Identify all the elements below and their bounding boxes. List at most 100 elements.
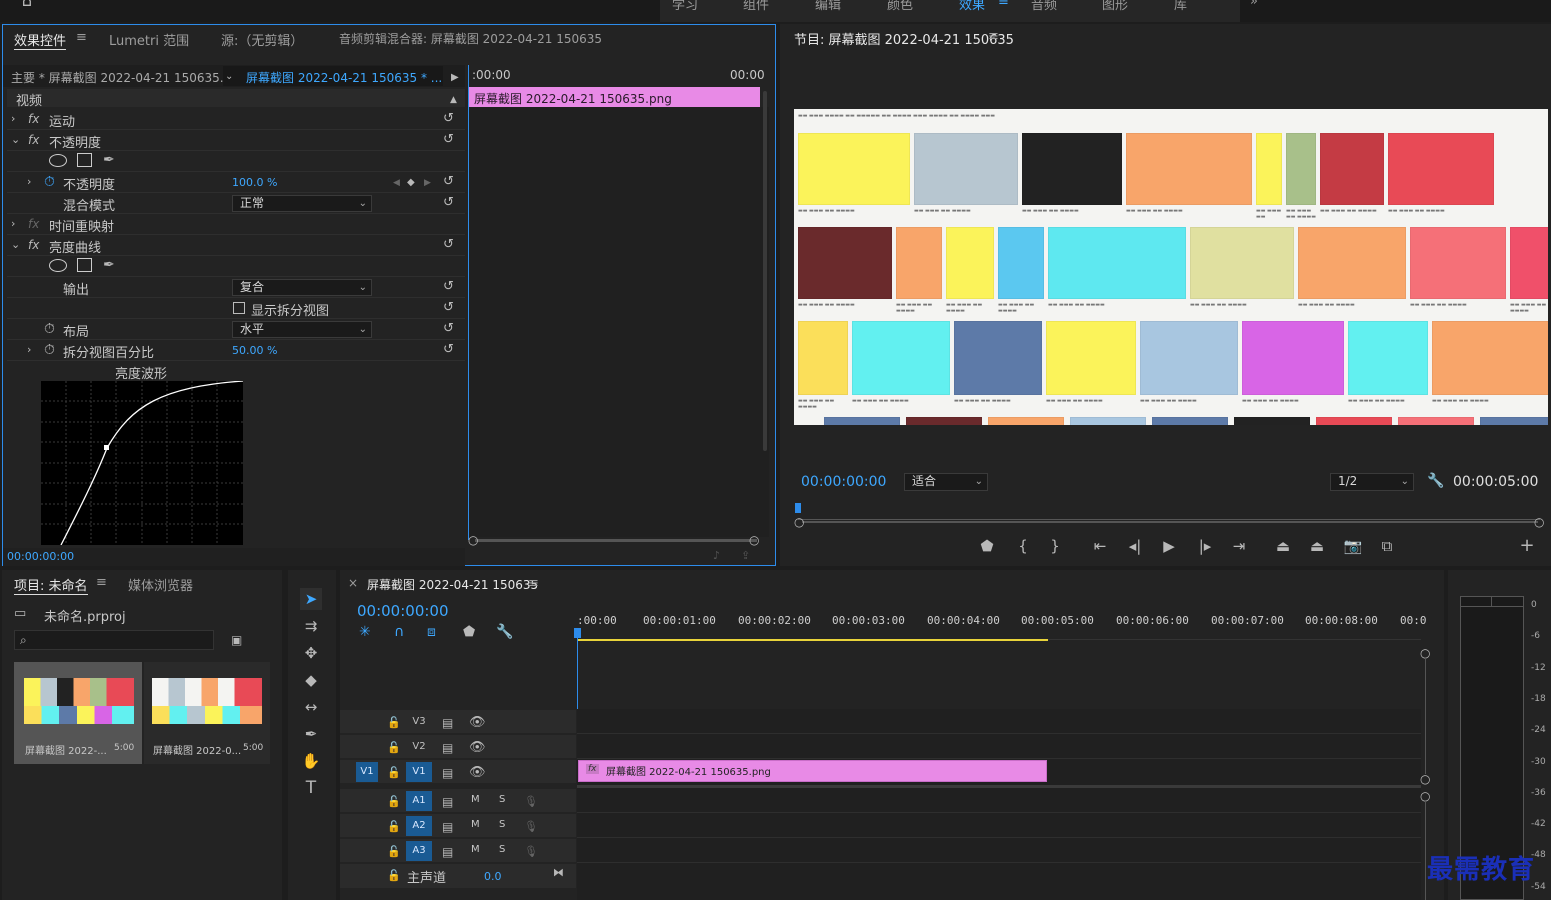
tab-source-monitor[interactable]: 源:（无剪辑） bbox=[221, 30, 303, 49]
add-marker-icon[interactable]: ⬟ bbox=[976, 535, 998, 557]
chevron-down-icon[interactable]: ⌄ bbox=[11, 133, 20, 147]
selection-tool-icon[interactable]: ➤ bbox=[300, 588, 322, 610]
slip-tool-icon[interactable]: ↔ bbox=[300, 696, 322, 718]
mute-button[interactable]: M bbox=[471, 819, 480, 830]
stopwatch-icon[interactable]: ⏱ bbox=[44, 175, 55, 189]
opacity-value[interactable]: 100.0 % bbox=[232, 176, 277, 189]
workspace-menu-icon[interactable]: ≡ bbox=[998, 0, 1009, 9]
lock-icon[interactable]: 🔓 bbox=[387, 820, 401, 834]
rectangle-mask-icon[interactable] bbox=[77, 258, 92, 272]
solo-button[interactable]: S bbox=[499, 819, 505, 830]
lock-icon[interactable]: 🔓 bbox=[387, 716, 401, 730]
program-video-frame[interactable]: ▬▬ ▬▬▬ ▬▬▬▬ ▬▬ ▬▬▬▬▬ ▬▬ ▬▬▬▬ ▬▬▬ ▬▬▬▬ ▬▬… bbox=[794, 109, 1548, 425]
mute-button[interactable]: M bbox=[471, 844, 480, 855]
lock-icon[interactable]: 🔓 bbox=[387, 869, 401, 883]
wrench-icon[interactable]: 🔧 bbox=[1427, 474, 1444, 488]
zoom-handle-left-icon[interactable]: ○ bbox=[794, 515, 804, 529]
program-playhead[interactable] bbox=[795, 503, 801, 513]
sync-lock-icon[interactable]: ▤ bbox=[442, 795, 453, 809]
scroll-handle-right-icon[interactable]: ○ bbox=[749, 533, 759, 547]
step-forward-icon[interactable]: |▸ bbox=[1194, 535, 1216, 557]
program-menu-icon[interactable]: ≡ bbox=[988, 29, 999, 44]
tab-lumetri-scopes[interactable]: Lumetri 范围 bbox=[109, 30, 189, 49]
zoom-handle-right-icon[interactable]: ○ bbox=[1534, 515, 1544, 529]
pen-tool-icon[interactable]: ✒ bbox=[300, 723, 322, 745]
type-tool-icon[interactable]: T bbox=[300, 777, 322, 799]
workspace-tab-effects[interactable]: 效果 bbox=[959, 0, 985, 13]
snap-icon[interactable]: ∩ bbox=[394, 625, 404, 639]
lock-icon[interactable]: 🔓 bbox=[387, 741, 401, 755]
eye-icon[interactable]: 👁 bbox=[469, 741, 486, 755]
blend-mode-dropdown[interactable]: 正常 ⌄ bbox=[232, 195, 372, 212]
hand-tool-icon[interactable]: ✋ bbox=[300, 750, 322, 772]
prev-keyframe-icon[interactable]: ◀ bbox=[393, 176, 400, 190]
output-dropdown[interactable]: 复合 ⌄ bbox=[232, 279, 372, 296]
workspace-tab-libraries[interactable]: 库 bbox=[1174, 0, 1187, 13]
more-workspaces-icon[interactable]: » bbox=[1250, 0, 1258, 9]
collapse-up-icon[interactable]: ▲ bbox=[450, 93, 457, 107]
scroll-handle-left-icon[interactable]: ○ bbox=[468, 533, 478, 547]
work-area-bar[interactable] bbox=[578, 639, 1048, 641]
timeline-title[interactable]: 屏幕截图 2022-04-21 150635 bbox=[367, 576, 538, 593]
solo-button[interactable]: S bbox=[499, 844, 505, 855]
pen-mask-icon[interactable]: ✒ bbox=[103, 153, 115, 167]
chevron-right-icon[interactable]: › bbox=[27, 343, 31, 357]
sync-lock-icon[interactable]: ▤ bbox=[442, 820, 453, 834]
add-marker-icon[interactable]: ⬟ bbox=[463, 625, 475, 639]
lock-icon[interactable]: 🔓 bbox=[387, 766, 401, 780]
home-icon[interactable]: ⌂ bbox=[18, 0, 36, 9]
timeline-vscroll-audio[interactable] bbox=[1425, 800, 1426, 900]
linked-selection-icon[interactable]: ⧈ bbox=[427, 625, 436, 639]
eye-icon[interactable]: 👁 bbox=[469, 766, 486, 780]
razor-tool-icon[interactable]: ◆ bbox=[300, 669, 322, 691]
workspace-tab-color[interactable]: 颜色 bbox=[887, 0, 913, 13]
chevron-right-icon[interactable]: › bbox=[11, 112, 15, 126]
workspace-tab-editing[interactable]: 编辑 bbox=[815, 0, 841, 13]
ellipse-mask-icon[interactable] bbox=[49, 259, 67, 272]
reset-icon[interactable]: ↺ bbox=[443, 112, 457, 126]
timeline-settings-icon[interactable]: 🔧 bbox=[496, 625, 513, 639]
program-zoom-bar[interactable] bbox=[802, 521, 1538, 523]
microphone-icon[interactable]: 🎙 bbox=[524, 845, 538, 859]
mini-vertical-scrollbar[interactable] bbox=[763, 91, 767, 451]
lock-icon[interactable]: 🔓 bbox=[387, 795, 401, 809]
program-timecode[interactable]: 00:00:00:00 bbox=[801, 474, 886, 490]
export-frame-icon[interactable]: 📷 bbox=[1342, 535, 1364, 557]
timeline-vscroll[interactable] bbox=[1425, 658, 1426, 774]
clip-fx-badge[interactable]: fx bbox=[586, 764, 599, 774]
workspace-tab-assembly[interactable]: 组件 bbox=[743, 0, 769, 13]
tab-media-browser[interactable]: 媒体浏览器 bbox=[128, 575, 193, 594]
tab-effect-controls[interactable]: 效果控件 bbox=[14, 30, 67, 50]
reset-icon[interactable]: ↺ bbox=[443, 322, 457, 336]
mini-note-icon[interactable]: ♪ bbox=[713, 549, 720, 563]
workspace-tab-graphics[interactable]: 图形 bbox=[1102, 0, 1128, 13]
lift-icon[interactable]: ⏏ bbox=[1272, 535, 1294, 557]
track-label-a3[interactable]: A3 bbox=[406, 841, 432, 861]
effect-controls-menu-icon[interactable]: ≡ bbox=[76, 30, 87, 45]
timeline-close-icon[interactable]: × bbox=[348, 576, 358, 590]
active-clip-label[interactable]: 屏幕截图 2022-04-21 150635 * ... bbox=[246, 69, 442, 86]
sync-lock-icon[interactable]: ▤ bbox=[442, 741, 453, 755]
ellipse-mask-icon[interactable] bbox=[49, 154, 67, 167]
pen-mask-icon[interactable]: ✒ bbox=[103, 258, 115, 272]
sync-lock-icon[interactable]: ▤ bbox=[442, 716, 453, 730]
mini-export-icon[interactable]: ⇪ bbox=[741, 549, 750, 563]
reset-icon[interactable]: ↺ bbox=[443, 301, 457, 315]
next-keyframe-icon[interactable]: ▶ bbox=[424, 176, 431, 190]
luma-curve-graph[interactable] bbox=[41, 381, 243, 545]
eye-icon[interactable]: 👁 bbox=[469, 716, 486, 730]
new-bin-icon[interactable]: ▣ bbox=[231, 633, 242, 647]
microphone-icon[interactable]: 🎙 bbox=[524, 820, 538, 834]
effect-timecode[interactable]: 00:00:00:00 bbox=[7, 550, 74, 563]
fx-badge-icon[interactable]: fx bbox=[28, 238, 39, 252]
program-monitor-title[interactable]: 节目: 屏幕截图 2022-04-21 150635 bbox=[794, 29, 1014, 48]
split-view-checkbox[interactable] bbox=[233, 302, 245, 314]
stopwatch-icon[interactable]: ⏱ bbox=[44, 343, 55, 357]
timeline-timecode[interactable]: 00:00:00:00 bbox=[357, 602, 449, 620]
program-scrub-bar[interactable] bbox=[798, 504, 1540, 520]
master-clip-label[interactable]: 主要 * 屏幕截图 2022-04-21 150635... bbox=[11, 69, 231, 86]
go-to-out-icon[interactable]: ⇥ bbox=[1228, 535, 1250, 557]
play-icon[interactable]: ▶ bbox=[1158, 535, 1180, 557]
track-select-tool-icon[interactable]: ⇉ bbox=[300, 615, 322, 637]
quality-dropdown[interactable]: 1/2 ⌄ bbox=[1330, 473, 1414, 491]
